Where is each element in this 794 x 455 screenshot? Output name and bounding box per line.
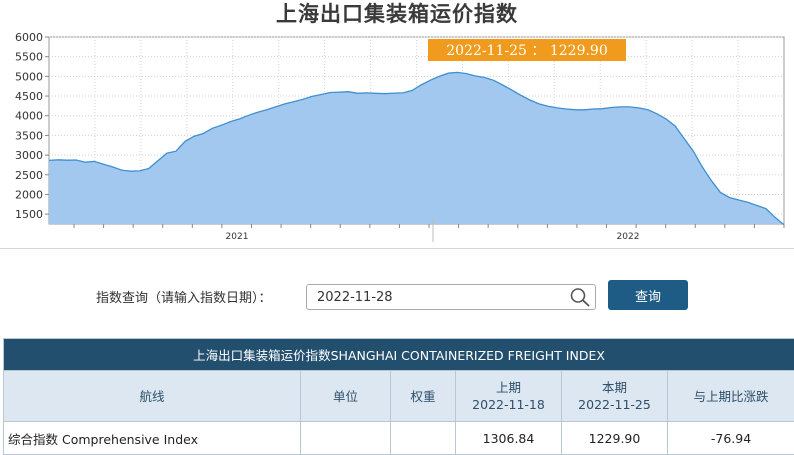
- x-tick-label: 2021: [226, 232, 249, 242]
- table-row: 综合指数 Comprehensive Index 1306.84 1229.90…: [4, 422, 794, 455]
- y-tick-label: 6000: [15, 31, 43, 44]
- y-tick-label: 2500: [15, 169, 43, 182]
- cell-change-value: -76.94: [668, 422, 794, 455]
- y-tick-label: 1500: [15, 208, 43, 221]
- cell-weight: [391, 422, 456, 455]
- y-tick-label: 5000: [15, 70, 43, 83]
- header-change: 与上期比涨跌: [668, 371, 794, 422]
- header-unit: 单位: [301, 371, 391, 422]
- query-bar: 指数查询（请输入指数日期）： 查询: [0, 278, 794, 312]
- cell-route: 综合指数 Comprehensive Index: [4, 422, 301, 455]
- header-route: 航线: [4, 371, 301, 422]
- y-tick-label: 4000: [15, 110, 43, 123]
- y-tick-label: 4500: [15, 90, 43, 103]
- query-button[interactable]: 查询: [608, 280, 688, 310]
- cell-previous-value: 1306.84: [456, 422, 562, 455]
- freight-index-table: 上海出口集装箱运价指数SHANGHAI CONTAINERIZED FREIGH…: [3, 338, 794, 455]
- search-icon[interactable]: [569, 287, 591, 307]
- header-previous: 上期 2022-11-18: [456, 371, 562, 422]
- header-current-label: 本期: [563, 379, 666, 396]
- header-previous-label: 上期: [457, 379, 560, 396]
- date-input[interactable]: [307, 285, 567, 309]
- x-tick-label: 2022: [617, 232, 640, 242]
- freight-index-table-wrap: 上海出口集装箱运价指数SHANGHAI CONTAINERIZED FREIGH…: [3, 338, 794, 455]
- header-current-date: 2022-11-25: [563, 396, 666, 413]
- tooltip-text: 2022-11-25 ： 1229.90: [446, 43, 608, 59]
- chart-tooltip: 2022-11-25 ： 1229.90: [428, 39, 626, 61]
- chart-title: 上海出口集装箱运价指数: [0, 0, 794, 30]
- y-tick-label: 3000: [15, 149, 43, 162]
- table-caption: 上海出口集装箱运价指数SHANGHAI CONTAINERIZED FREIGH…: [4, 339, 794, 371]
- header-weight: 权重: [391, 371, 456, 422]
- y-tick-label: 5500: [15, 51, 43, 64]
- chart-area: 1500 2000 2500 3000 3500 4000 4500 5000 5500 6000…: [0, 30, 794, 249]
- header-current: 本期 2022-11-25: [562, 371, 668, 422]
- y-tick-label: 3500: [15, 129, 43, 142]
- y-tick-label: 2000: [15, 188, 43, 201]
- cell-current-value: 1229.90: [562, 422, 668, 455]
- query-label: 指数查询（请输入指数日期）：: [96, 287, 272, 306]
- index-chart[interactable]: 1500 2000 2500 3000 3500 4000 4500 5000 5500 6000…: [0, 30, 794, 248]
- query-input-box[interactable]: [306, 284, 596, 310]
- cell-unit: [301, 422, 391, 455]
- header-previous-date: 2022-11-18: [457, 396, 560, 413]
